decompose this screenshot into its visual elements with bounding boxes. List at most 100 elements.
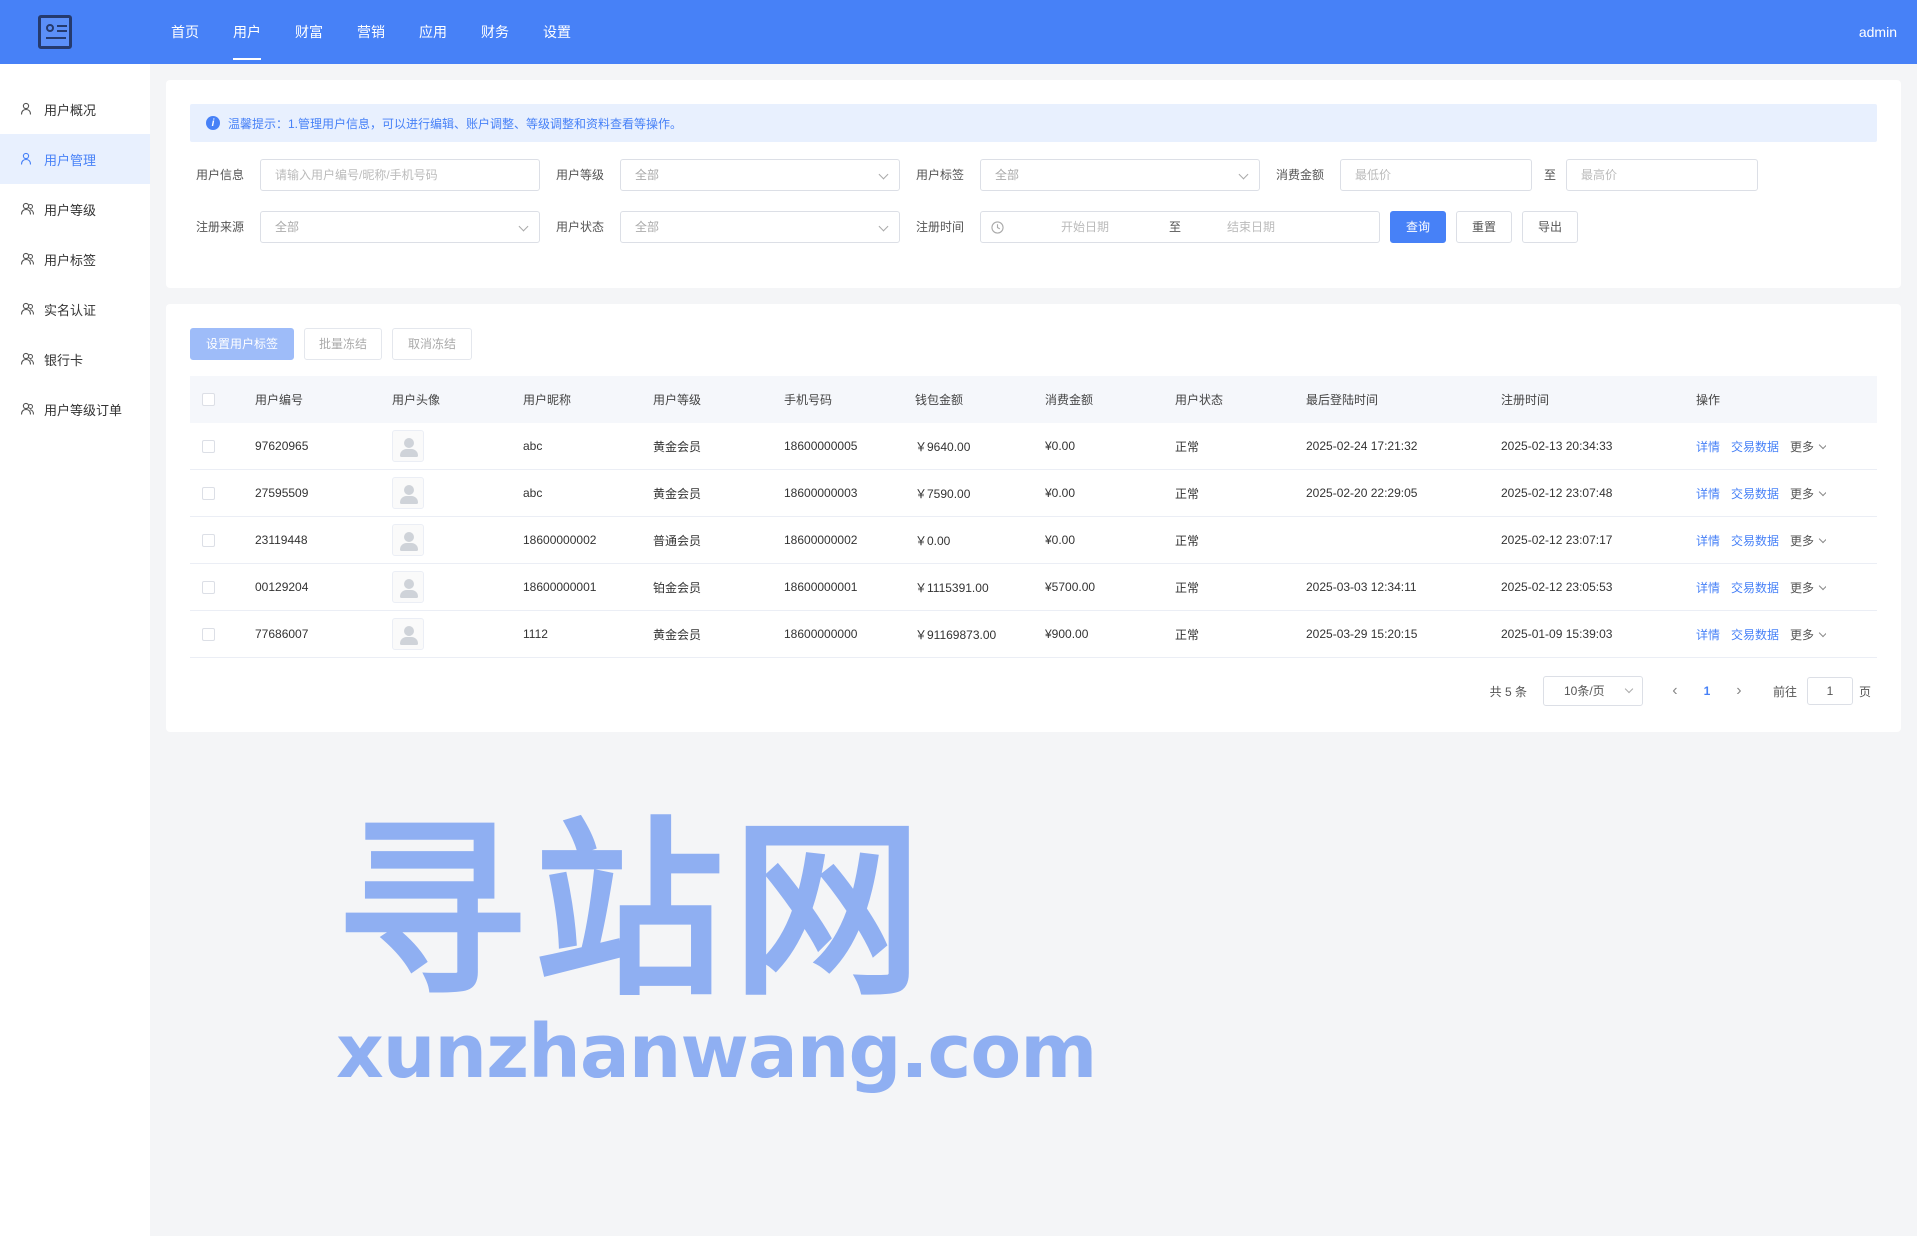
spend-label: 消费金额 (1276, 168, 1325, 182)
start-date-input[interactable]: 开始日期 (1061, 212, 1109, 242)
cell-wallet: ￥7590.00 (915, 486, 971, 501)
cell-phone: 18600000002 (784, 533, 858, 547)
table-header: 用户编号 用户头像 用户昵称 用户等级 手机号码 钱包金额 消费金额 用户状态 最后登陆时间 注册… (190, 376, 1877, 423)
current-page[interactable]: 1 (1687, 684, 1727, 698)
app-logo[interactable] (0, 0, 150, 64)
sidebar-item-label: 实名认证 (44, 302, 97, 318)
next-page-icon[interactable]: › (1727, 682, 1751, 700)
page-suffix: 页 (1858, 684, 1871, 699)
nav-item-6[interactable]: 设置 (526, 0, 588, 64)
sidebar-item-6[interactable]: 用户等级订单 (0, 384, 150, 434)
more-dropdown[interactable]: 更多 (1790, 440, 1826, 454)
tip-text: 温馨提示：1.管理用户信息，可以进行编辑、账户调整、等级调整和资料查看等操作。 (228, 116, 683, 131)
sidebar-item-0[interactable]: 用户概况 (0, 84, 150, 134)
trade-data-link[interactable]: 交易数据 (1731, 487, 1779, 501)
cell-avatar (392, 571, 523, 603)
more-dropdown[interactable]: 更多 (1790, 534, 1826, 548)
user-level-select[interactable]: 全部 (620, 159, 900, 191)
trade-data-link[interactable]: 交易数据 (1731, 534, 1779, 548)
detail-link[interactable]: 详情 (1696, 487, 1720, 501)
prev-page-icon[interactable]: ‹ (1663, 682, 1687, 700)
row-checkbox[interactable] (202, 439, 215, 453)
watermark-cn: 寻站网 (336, 801, 931, 1022)
sidebar-item-4[interactable]: 实名认证 (0, 284, 150, 334)
more-label: 更多 (1790, 627, 1815, 642)
sidebar-item-1[interactable]: 用户管理 (0, 134, 150, 184)
cell-actions: 详情 交易数据 更多 (1696, 438, 1826, 455)
status-select[interactable]: 全部 (620, 211, 900, 243)
cell-id: 97620965 (255, 439, 309, 453)
trade-data-link[interactable]: 交易数据 (1731, 440, 1779, 454)
end-date-input[interactable]: 结束日期 (1227, 212, 1275, 242)
nav-item-2[interactable]: 财富 (278, 0, 340, 64)
row-checkbox[interactable] (202, 533, 215, 547)
cell-level: 黄金会员 (653, 627, 702, 642)
cell-status: 正常 (1175, 533, 1200, 548)
cell-phone: 18600000000 (784, 627, 858, 641)
user-tag-select[interactable]: 全部 (980, 159, 1260, 191)
row-checkbox-cell (190, 627, 255, 641)
select-all-checkbox[interactable] (202, 393, 215, 406)
reg-date-range[interactable]: 开始日期 至 结束日期 (980, 211, 1380, 243)
page-size-select[interactable]: 10条/页 (1542, 676, 1643, 706)
source-select[interactable]: 全部 (260, 211, 540, 243)
detail-link[interactable]: 详情 (1696, 440, 1720, 454)
detail-link[interactable]: 详情 (1696, 581, 1720, 595)
nav-item-5[interactable]: 财务 (464, 0, 526, 64)
goto-page-input[interactable]: 1 (1806, 677, 1853, 705)
top-navbar: 首页 用户 财富 营销 应用 财务 设置 admin (0, 0, 1917, 64)
cell-wallet: ￥0.00 (915, 533, 951, 548)
column-header: 注册时间 (1501, 393, 1550, 407)
batch-freeze-button[interactable]: 批量冻结 (304, 328, 382, 360)
bank-card-icon (20, 352, 34, 366)
detail-link[interactable]: 详情 (1696, 628, 1720, 642)
nav-item-0[interactable]: 首页 (154, 0, 216, 64)
row-checkbox-cell (190, 439, 255, 453)
chevron-down-icon (1624, 684, 1634, 694)
sidebar-item-2[interactable]: 用户等级 (0, 184, 150, 234)
more-label: 更多 (1790, 533, 1815, 548)
user-info-input[interactable]: 请输入用户编号/昵称/手机号码 (260, 159, 540, 191)
sidebar-item-5[interactable]: 银行卡 (0, 334, 150, 384)
source-label: 注册来源 (196, 220, 245, 234)
row-checkbox-cell (190, 533, 255, 547)
unfreeze-button[interactable]: 取消冻结 (392, 328, 472, 360)
export-button[interactable]: 导出 (1522, 211, 1578, 243)
nav-item-4[interactable]: 应用 (402, 0, 464, 64)
sidebar-item-label: 用户管理 (44, 152, 97, 168)
nav-item-3[interactable]: 营销 (340, 0, 402, 64)
current-user[interactable]: admin (1859, 0, 1897, 64)
column-header: 用户头像 (392, 393, 441, 407)
reset-button[interactable]: 重置 (1456, 211, 1512, 243)
cell-avatar (392, 524, 523, 556)
more-dropdown[interactable]: 更多 (1790, 487, 1826, 501)
table-row: 27595509 abc 黄金会员 18600000003 ￥7590.00 ¥0.00 正… (190, 470, 1877, 517)
spend-min-input[interactable]: 最低价 (1340, 159, 1532, 191)
cell-reg_time: 2025-01-09 15:39:03 (1501, 627, 1613, 641)
header-checkbox-cell (190, 393, 255, 406)
detail-link[interactable]: 详情 (1696, 534, 1720, 548)
table-row: 77686007 1112 黄金会员 18600000000 ￥91169873.00 ¥… (190, 611, 1877, 658)
cell-id: 27595509 (255, 486, 309, 500)
cell-status: 正常 (1175, 439, 1200, 454)
query-button[interactable]: 查询 (1390, 211, 1446, 243)
trade-data-link[interactable]: 交易数据 (1731, 581, 1779, 595)
set-tag-button[interactable]: 设置用户标签 (190, 328, 294, 360)
spend-max-input[interactable]: 最高价 (1566, 159, 1758, 191)
page-size-value: 10条/页 (1563, 684, 1605, 698)
more-dropdown[interactable]: 更多 (1790, 581, 1826, 595)
sidebar-item-3[interactable]: 用户标签 (0, 234, 150, 284)
watermark: 寻站网 xunzhanwang.com (336, 801, 1097, 1093)
info-icon: i (206, 116, 220, 130)
cell-wallet: ￥9640.00 (915, 439, 971, 454)
avatar (392, 618, 424, 650)
row-checkbox[interactable] (202, 486, 215, 500)
more-dropdown[interactable]: 更多 (1790, 628, 1826, 642)
row-checkbox[interactable] (202, 627, 215, 641)
chevron-down-icon (878, 169, 889, 180)
chevron-down-icon (518, 221, 529, 232)
row-checkbox[interactable] (202, 580, 215, 594)
avatar (392, 430, 424, 462)
nav-item-1[interactable]: 用户 (216, 0, 278, 64)
trade-data-link[interactable]: 交易数据 (1731, 628, 1779, 642)
